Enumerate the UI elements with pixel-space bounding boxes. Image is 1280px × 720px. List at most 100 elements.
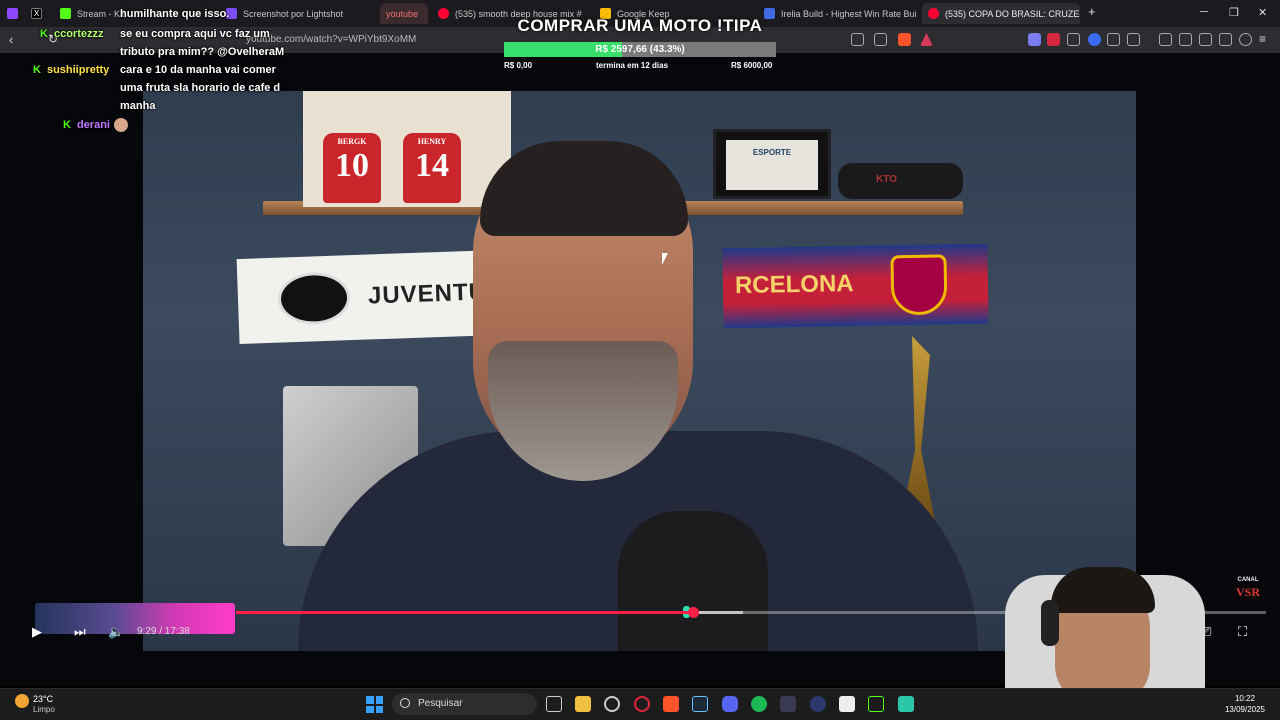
chat-text: humilhante que isso. [120,8,230,20]
new-tab-button[interactable]: + [1088,4,1096,19]
share-icon[interactable] [874,33,887,46]
chat-message: Kderani [63,116,128,134]
goal-progress-text: R$ 2597,66 (43.3%) [595,44,685,55]
extension-icon[interactable] [1088,33,1101,46]
goal-deadline: termina em 12 dias [596,61,669,70]
progress-buffered [693,611,743,614]
extension-icon[interactable] [1067,33,1080,46]
discord-icon[interactable] [722,696,738,712]
tab-title: Screenshot por Lightshot [243,8,344,19]
task-view-icon[interactable] [546,696,562,712]
video-time: 9:29 / 17:38 [137,626,190,637]
chat-text: manha [120,100,156,112]
extension-icon[interactable] [1127,33,1140,46]
extension-icon[interactable] [1047,33,1060,46]
emote-icon [113,118,128,133]
tab-title: Irelia Build - Highest Win Rate Build [781,8,916,19]
goal-max: R$ 6000,00 [731,61,773,70]
presenter [248,131,1018,651]
close-window-icon[interactable]: ✕ [1258,6,1267,19]
app-icon[interactable] [780,696,796,712]
brave-icon[interactable] [663,696,679,712]
next-icon[interactable]: ⏭ [74,624,86,640]
x-icon: X [31,8,42,19]
weather-icon[interactable] [15,694,29,708]
minimize-icon[interactable]: ─ [1200,6,1208,18]
kick-badge-icon: K [63,119,71,131]
microphone [618,511,768,651]
brave-shields-icon[interactable] [898,33,911,46]
chat-message: humilhante que isso. [120,5,229,23]
search-placeholder: Pesquisar [418,698,463,709]
chat-message: Kccortezzz [40,25,103,43]
tab-title: Stream - Kick [77,8,124,19]
back-icon[interactable]: ‹ [9,32,13,47]
notepad-icon[interactable] [839,696,855,712]
extension-icon[interactable] [1028,33,1041,46]
kick-badge-icon: K [33,64,41,76]
chat-text: se eu compra aqui vc faz um [120,28,270,40]
youtube-icon [928,8,939,19]
clock-date: 13/09/2025 [1224,705,1266,714]
channel-watermark[interactable]: CANAL VSR [1236,577,1260,601]
app-icon[interactable] [898,696,914,712]
menu-icon[interactable]: ≡ [1259,33,1272,46]
play-icon[interactable]: ▶ [32,624,42,640]
tab-title: (535) COPA DO BRASIL: CRUZEIR [945,8,1080,19]
obs-icon[interactable] [604,696,620,712]
extensions-puzzle-icon[interactable] [1107,33,1120,46]
chat-username[interactable]: ccortezzz [54,28,104,40]
tab-lightshot[interactable]: Screenshot por Lightshot [220,3,370,24]
chat-username[interactable]: sushiipretty [47,64,109,76]
chat-text: cara e 10 da manha vai comer [120,64,276,76]
kick-icon [60,8,71,19]
app-icon[interactable] [810,696,826,712]
chat-message: se eu compra aqui vc faz um [120,25,270,43]
maximize-icon[interactable]: ❐ [1229,6,1239,19]
youtube-icon [438,8,449,19]
chat-text: uma fruta sla horario de cafe d [120,82,281,94]
chat-message: uma fruta sla horario de cafe d [120,79,280,97]
taskbar-search[interactable]: Pesquisar [392,693,537,715]
progress-played [236,611,694,614]
goal-progress-bar: R$ 2597,66 (43.3%) [504,42,776,57]
tab-twitch[interactable] [4,3,22,24]
steam-icon[interactable] [692,696,708,712]
opera-icon[interactable] [634,696,650,712]
tab-x[interactable]: X [28,3,46,24]
chat-username[interactable]: derani [77,119,110,131]
watermark-top: CANAL [1237,577,1259,583]
goal-title: COMPRAR UMA MOTO !TIPA [517,16,763,35]
tab-group-youtube[interactable]: youtube [380,3,428,24]
chat-message: manha [120,97,155,115]
taskbar-clock[interactable]: 10:22 13/09/2025 [1215,693,1275,715]
headset [1041,600,1059,646]
vpn-icon[interactable] [1239,33,1252,46]
sidebar-icon[interactable] [1179,33,1192,46]
kick-app-icon[interactable] [868,696,884,712]
clock-time: 10:22 [1234,694,1256,703]
fullscreen-icon[interactable]: ⛶ [1238,624,1247,640]
weather-description[interactable]: Limpo [33,705,55,714]
cast-page-icon[interactable] [851,33,864,46]
tab-irelia-build[interactable]: Irelia Build - Highest Win Rate Build [758,3,916,24]
alert-sticker [35,603,235,634]
volume-icon[interactable]: 🔈 [108,624,124,640]
leo-icon[interactable] [1219,33,1232,46]
start-menu-icon[interactable] [366,696,383,713]
goal-min: R$ 0,00 [504,61,533,70]
media-icon[interactable] [1159,33,1172,46]
tab-kick[interactable]: Stream - Kick [54,3,124,24]
mouse-cursor-icon [662,253,668,265]
chat-message: tributo pra mim?? @OvelheraM [120,43,284,61]
spotify-icon[interactable] [751,696,767,712]
presenter-hair [480,141,688,236]
file-explorer-icon[interactable] [575,696,591,712]
tab-copa-do-brasil[interactable]: (535) COPA DO BRASIL: CRUZEIR✕ [922,3,1080,24]
watermark-name: VSR [1236,585,1261,599]
tab-group-label: youtube [386,8,419,19]
weather-temperature[interactable]: 23°C [33,694,53,704]
wallet-icon[interactable] [1199,33,1212,46]
search-icon [400,698,410,708]
screen: X Stream - Kick Screenshot por Lightshot… [0,0,1280,720]
